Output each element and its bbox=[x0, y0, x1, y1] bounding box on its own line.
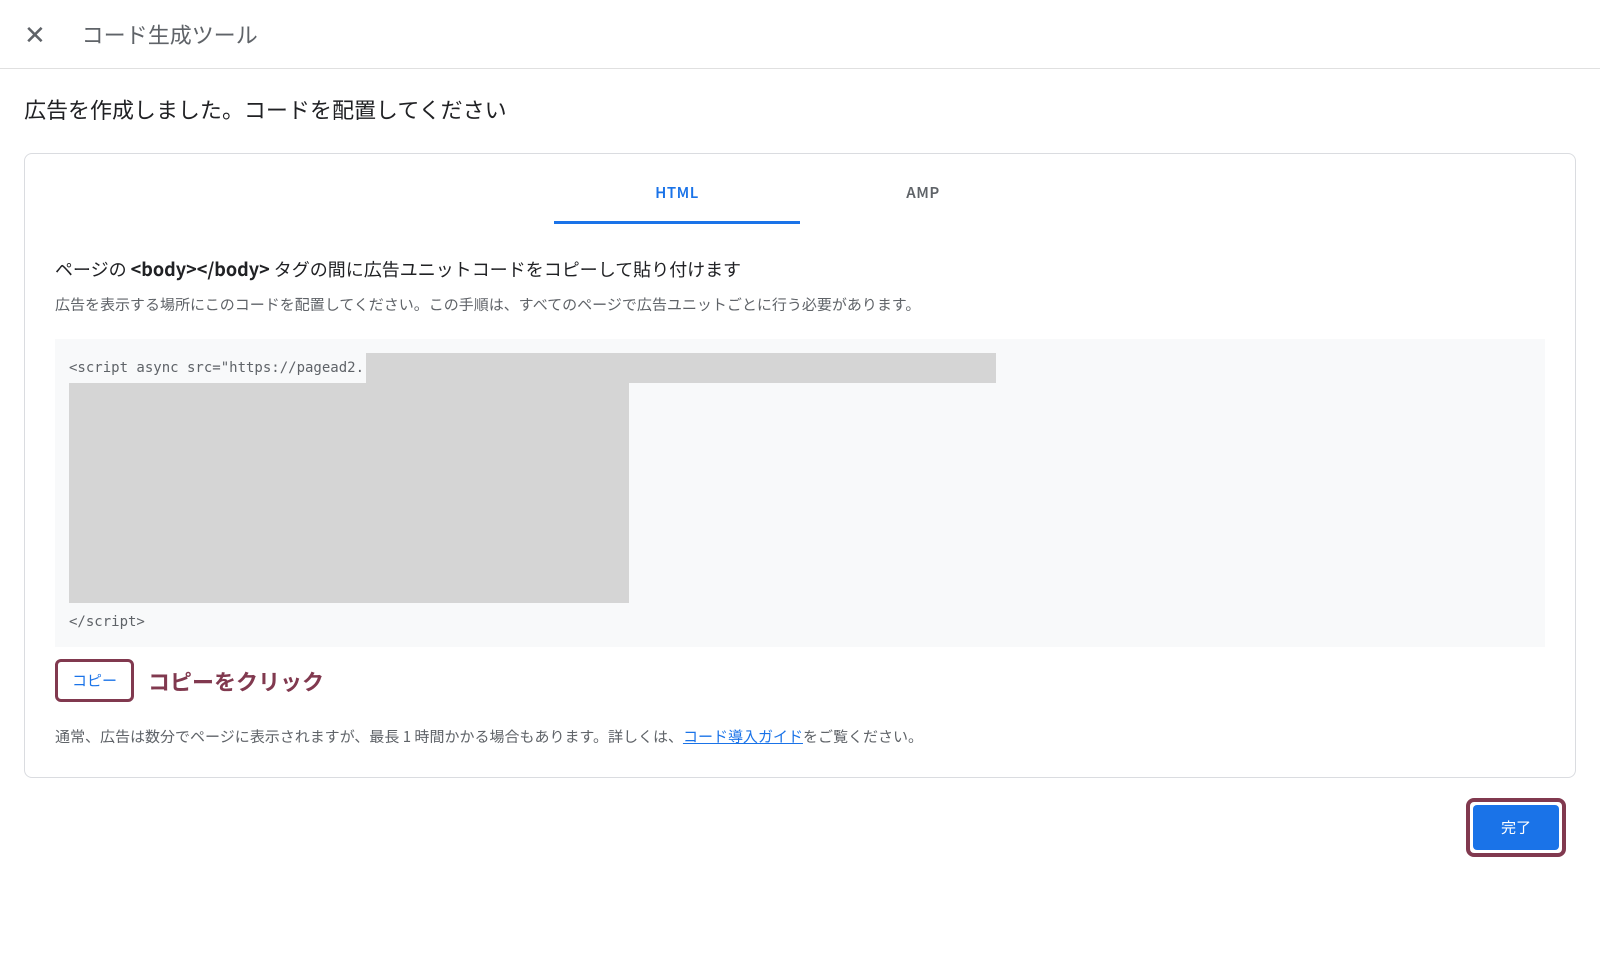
redacted-block-top bbox=[366, 353, 996, 383]
instruction-title: ページの <body></body> タグの間に広告ユニットコードをコピーして貼… bbox=[55, 256, 1545, 282]
page-title: 広告を作成しました。コードを配置してください bbox=[24, 93, 1576, 125]
footer-text: 通常、広告は数分でページに表示されますが、最長 1 時間かかる場合もあります。詳… bbox=[55, 726, 1545, 747]
code-line-last: </script> bbox=[69, 611, 1531, 633]
header: ✕ コード生成ツール bbox=[0, 0, 1600, 69]
tab-amp[interactable]: AMP bbox=[800, 182, 1046, 224]
tab-content: ページの <body></body> タグの間に広告ユニットコードをコピーして貼… bbox=[25, 224, 1575, 777]
copy-button[interactable]: コピー bbox=[55, 659, 134, 702]
tab-html[interactable]: HTML bbox=[554, 182, 800, 224]
redacted-block-main bbox=[69, 383, 629, 603]
instruction-title-bold: <body></body> bbox=[131, 256, 270, 282]
done-row: 完了 bbox=[24, 778, 1576, 867]
code-line-first: <script async src="https://pagead2. bbox=[69, 357, 364, 379]
content: 広告を作成しました。コードを配置してください HTML AMP ページの <bo… bbox=[0, 69, 1600, 891]
copy-row: コピー コピーをクリック bbox=[55, 659, 1545, 702]
code-area[interactable]: <script async src="https://pagead2. </sc… bbox=[55, 339, 1545, 647]
instruction-title-suffix: タグの間に広告ユニットコードをコピーして貼り付けます bbox=[270, 256, 742, 282]
instruction-desc: 広告を表示する場所にこのコードを配置してください。この手順は、すべてのページで広… bbox=[55, 294, 1545, 315]
done-button-highlight: 完了 bbox=[1466, 798, 1566, 857]
footer-text-before: 通常、広告は数分でページに表示されますが、最長 1 時間かかる場合もあります。詳… bbox=[55, 726, 683, 747]
copy-annotation: コピーをクリック bbox=[148, 665, 324, 697]
done-button[interactable]: 完了 bbox=[1473, 805, 1559, 850]
footer-text-after: をご覧ください。 bbox=[803, 726, 923, 747]
header-title: コード生成ツール bbox=[82, 18, 258, 50]
footer-link[interactable]: コード導入ガイド bbox=[683, 726, 803, 747]
card: HTML AMP ページの <body></body> タグの間に広告ユニットコ… bbox=[24, 153, 1576, 778]
tabs: HTML AMP bbox=[25, 154, 1575, 224]
close-icon[interactable]: ✕ bbox=[24, 21, 46, 47]
instruction-title-prefix: ページの bbox=[55, 256, 131, 282]
